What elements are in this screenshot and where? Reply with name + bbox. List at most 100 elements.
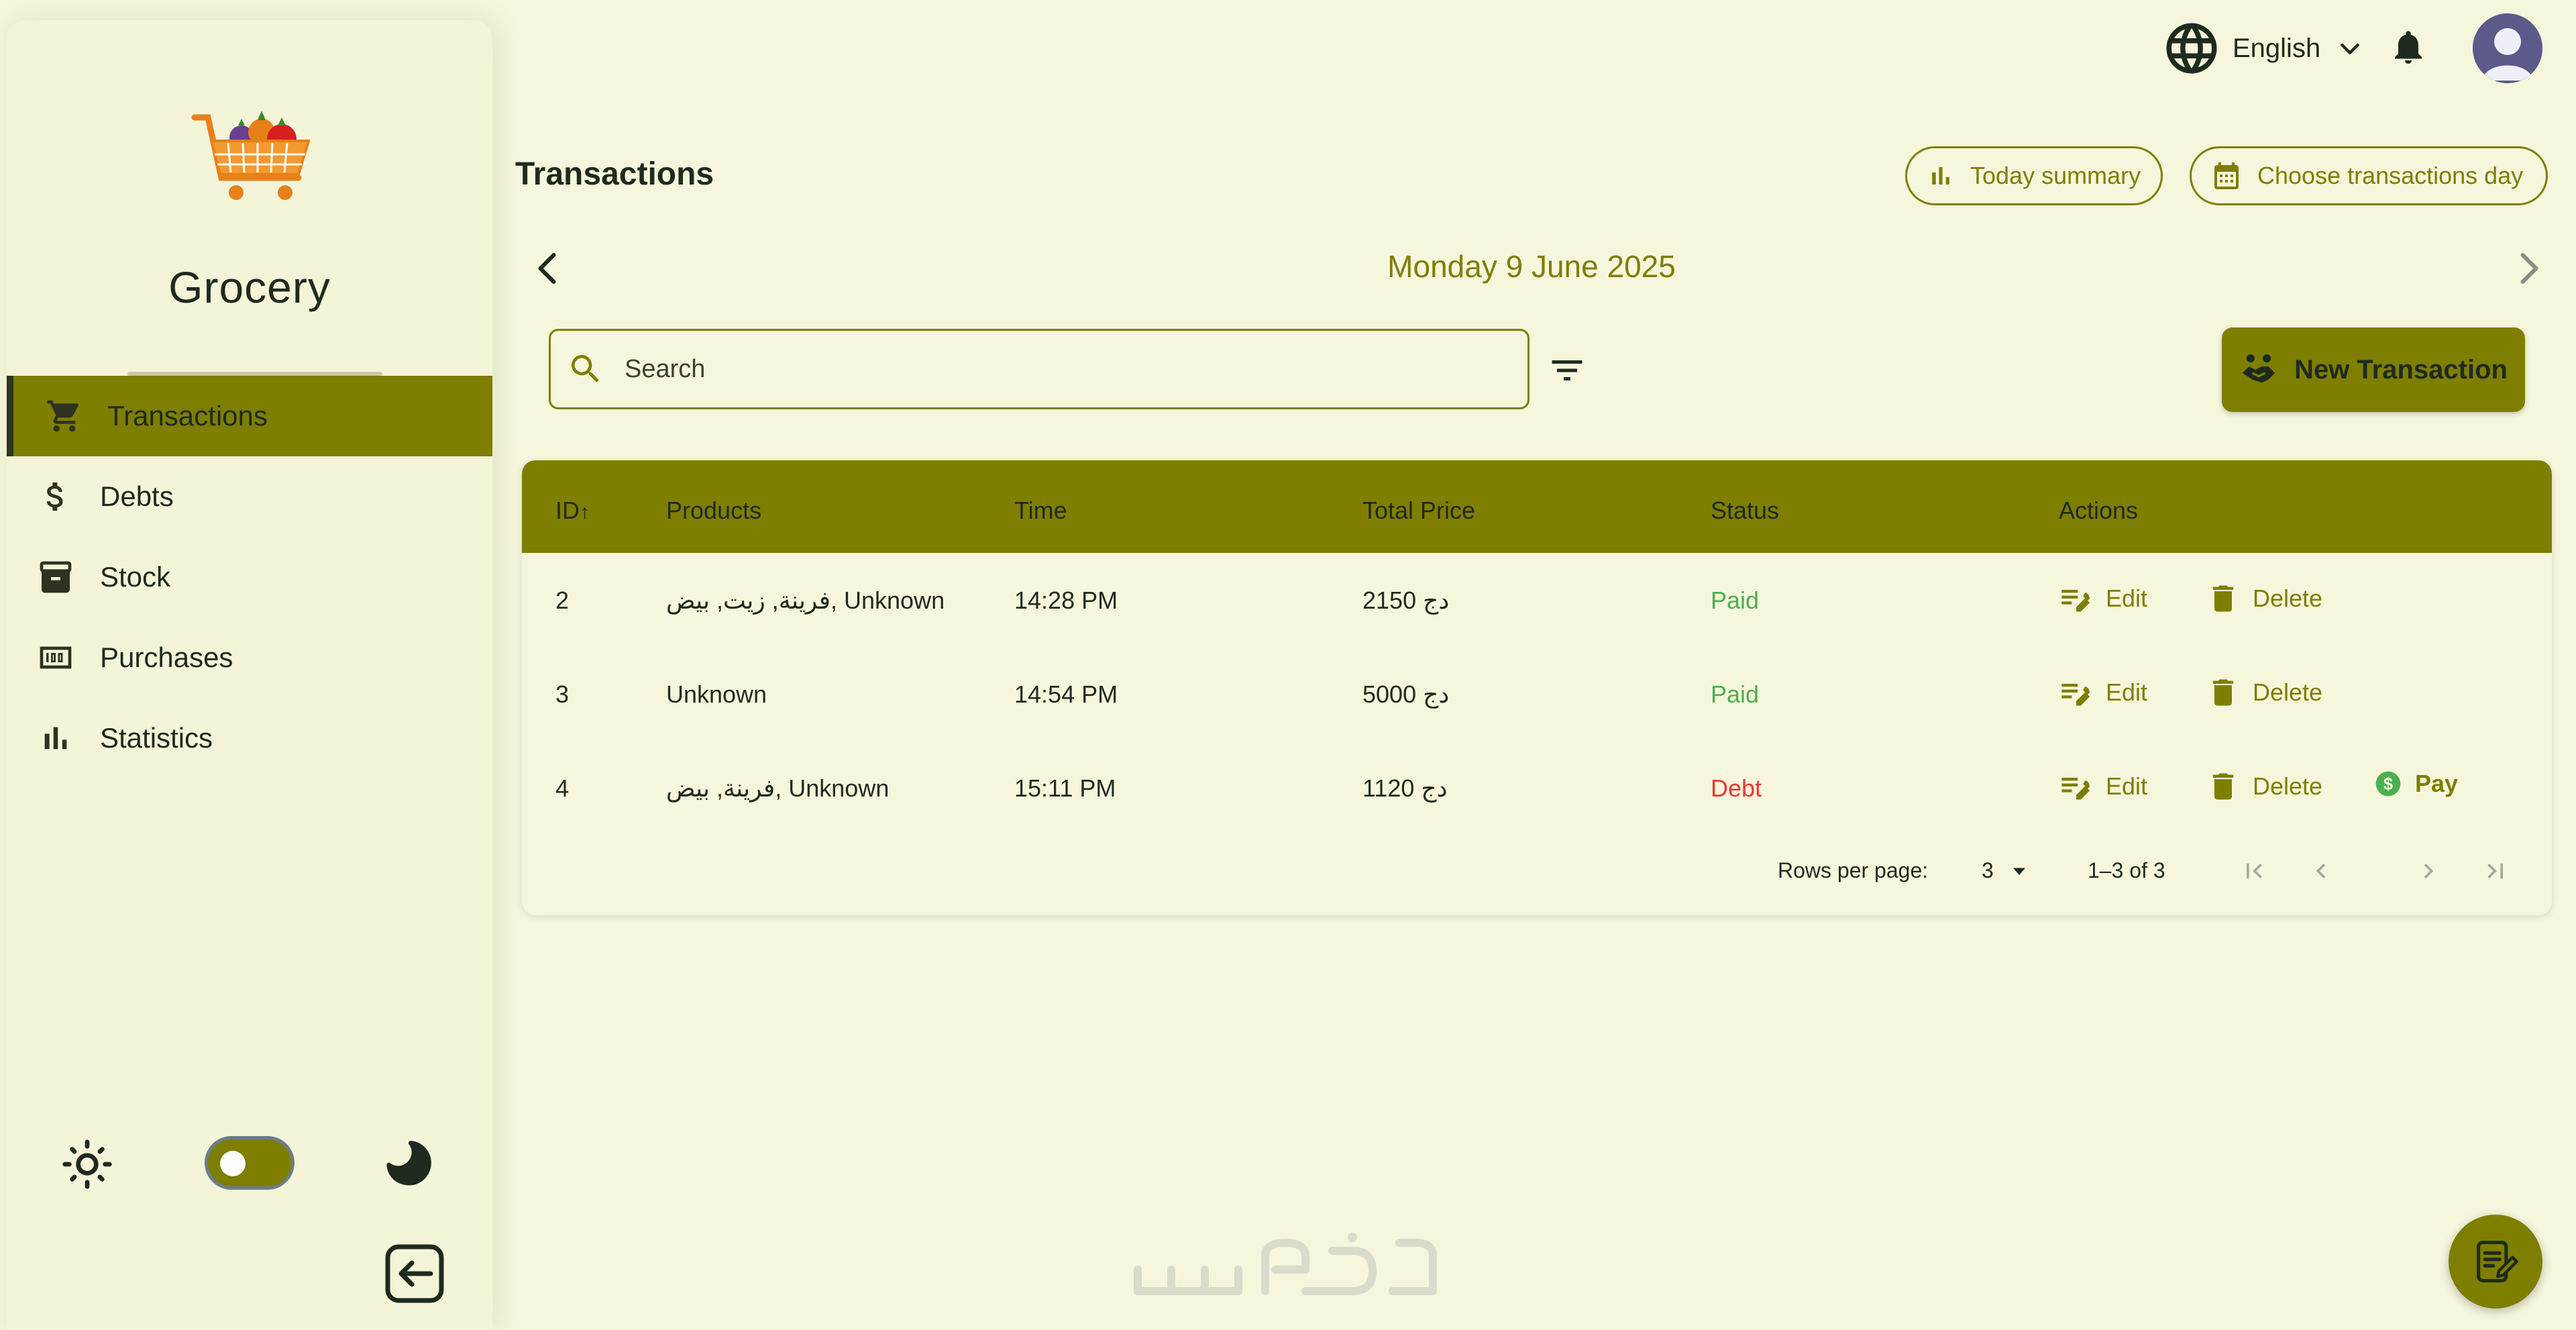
cell-products: فرينة, بيض, Unknown: [666, 774, 890, 802]
delete-label: Delete: [2253, 772, 2323, 800]
delete-label: Delete: [2253, 584, 2323, 612]
sidebar-item-debts[interactable]: Debts: [7, 456, 492, 537]
bar-chart-icon: [1932, 167, 1949, 185]
first-page-icon[interactable]: [2239, 856, 2269, 886]
chevron-right-icon[interactable]: [2508, 248, 2548, 289]
theme-toggle[interactable]: [205, 1136, 294, 1190]
sidebar-item-purchases[interactable]: Purchases: [7, 617, 492, 698]
sidebar-item-statistics[interactable]: Statistics: [7, 698, 492, 778]
sidebar-item-label: Statistics: [100, 722, 213, 754]
pay-button[interactable]: $ Pay: [2373, 769, 2458, 799]
cell-total-price: 1120 دج: [1362, 774, 1448, 802]
header-total-price: Total Price: [1362, 497, 1476, 524]
last-page-icon[interactable]: [2481, 856, 2510, 886]
previous-page-icon[interactable]: [2306, 856, 2336, 886]
edit-note-icon: [2061, 590, 2090, 612]
edit-note-icon: [2061, 778, 2090, 800]
edit-label: Edit: [2106, 772, 2148, 800]
dollar-icon: [37, 478, 74, 515]
user-avatar[interactable]: [2473, 13, 2542, 83]
next-page-icon[interactable]: [2414, 856, 2443, 886]
coin-dollar-icon: $: [2375, 771, 2401, 797]
trash-icon: [2212, 773, 2234, 800]
table-row: 3 Unknown 14:54 PM 5000 دج Paid Edit Del…: [522, 647, 2552, 741]
delete-button[interactable]: Delete: [2206, 581, 2322, 616]
delete-label: Delete: [2253, 678, 2323, 706]
sidebar-item-label: Transactions: [107, 400, 268, 431]
edit-document-icon: [2477, 1240, 2518, 1283]
sidebar-item-label: Purchases: [100, 642, 233, 673]
cell-id: 4: [555, 774, 570, 802]
moon-icon[interactable]: [382, 1136, 436, 1190]
cell-products: فرينة, زيت, بيض, Unknown: [666, 586, 945, 614]
sun-icon[interactable]: [60, 1137, 114, 1191]
table-header: ID↑ Products Time Total Price Status Act…: [522, 460, 2552, 553]
header-id[interactable]: ID↑: [555, 497, 590, 525]
today-summary-label: Today summary: [1970, 162, 2141, 189]
cell-time: 14:54 PM: [1014, 680, 1118, 708]
new-transaction-label: New Transaction: [2294, 354, 2508, 385]
toggle-knob: [220, 1151, 246, 1176]
edit-button[interactable]: Edit: [2059, 769, 2147, 804]
edit-button[interactable]: Edit: [2059, 675, 2147, 710]
header-actions: Actions: [2059, 497, 2139, 524]
search-input[interactable]: [625, 354, 1497, 384]
sort-ascending-icon: ↑: [580, 501, 590, 523]
cell-id: 2: [555, 586, 570, 614]
collapse-sidebar-icon[interactable]: [382, 1241, 447, 1306]
cell-time: 15:11 PM: [1014, 774, 1116, 802]
choose-day-label: Choose transactions day: [2257, 162, 2524, 189]
cart-icon: [46, 397, 83, 435]
handshake-icon: [2242, 354, 2275, 383]
header-id-label: ID: [555, 497, 580, 524]
delete-button[interactable]: Delete: [2206, 769, 2322, 804]
caret-down-icon[interactable]: [2007, 859, 2031, 883]
language-selector[interactable]: English: [2161, 17, 2363, 79]
date-navigator: Monday 9 June 2025: [515, 242, 2548, 295]
page-title: Transactions: [515, 156, 714, 192]
brand-name: Grocery: [168, 262, 331, 312]
transactions-table: ID↑ Products Time Total Price Status Act…: [522, 460, 2552, 915]
table-row: 4 فرينة, بيض, Unknown 15:11 PM 1120 دج D…: [522, 741, 2552, 835]
sidebar-item-stock[interactable]: Stock: [7, 537, 492, 617]
hundred-icon: [37, 639, 74, 676]
cell-products: Unknown: [666, 680, 767, 708]
svg-text:$: $: [2383, 775, 2393, 794]
theme-switcher: [7, 1111, 492, 1211]
bar-chart-icon: [37, 719, 74, 757]
calendar-icon: [2214, 162, 2239, 189]
sidebar-item-label: Debts: [100, 480, 174, 512]
trash-icon: [2212, 585, 2234, 612]
filter-icon[interactable]: [1547, 350, 1587, 391]
cell-total-price: 5000 دج: [1362, 680, 1450, 708]
header-time: Time: [1014, 497, 1067, 524]
delete-button[interactable]: Delete: [2206, 675, 2322, 710]
table-row: 2 فرينة, زيت, بيض, Unknown 14:28 PM 2150…: [522, 553, 2552, 647]
sidebar-item-transactions[interactable]: Transactions: [7, 376, 492, 456]
sidebar: Grocery Transactions Debts Stock Purchas…: [7, 20, 492, 1330]
rows-per-page-select[interactable]: 3: [1982, 858, 1994, 883]
archive-icon: [37, 558, 74, 596]
today-summary-button[interactable]: Today summary: [1905, 146, 2163, 205]
sidebar-nav: Transactions Debts Stock Purchases Stati…: [7, 376, 492, 778]
cell-time: 14:28 PM: [1014, 586, 1118, 614]
status-badge: Paid: [1711, 680, 1760, 708]
search-icon: [567, 350, 604, 388]
language-label: English: [2233, 33, 2321, 63]
grocery-cart-logo-icon: [188, 91, 322, 225]
trash-icon: [2212, 679, 2234, 706]
edit-note-icon: [2061, 684, 2090, 706]
edit-label: Edit: [2106, 584, 2148, 612]
choose-day-button[interactable]: Choose transactions day: [2190, 146, 2548, 205]
search-box: [549, 329, 1529, 409]
edit-button[interactable]: Edit: [2059, 581, 2147, 616]
status-badge: Debt: [1711, 774, 1762, 802]
notifications-bell-icon[interactable]: [2388, 27, 2428, 67]
cell-id: 3: [555, 680, 570, 708]
sidebar-item-label: Stock: [100, 561, 171, 593]
new-transaction-button[interactable]: New Transaction: [2222, 327, 2525, 412]
chevron-down-icon: [2337, 35, 2363, 62]
globe-icon: [2161, 18, 2222, 79]
notes-fab-button[interactable]: [2449, 1215, 2542, 1309]
rows-per-page-label: Rows per page:: [1778, 858, 1929, 882]
